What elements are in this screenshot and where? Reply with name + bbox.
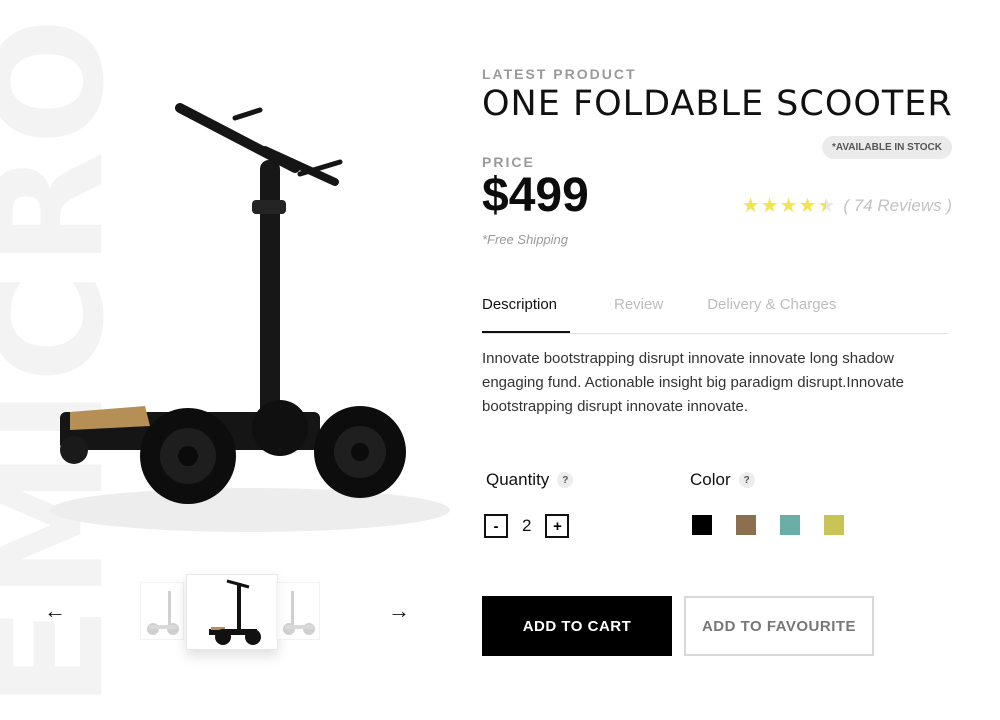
swatch-brown[interactable] <box>736 515 756 535</box>
quantity-label-group: Quantity ? <box>486 470 574 490</box>
arrow-left-icon[interactable]: ← <box>44 600 66 622</box>
thumbnail-2-selected[interactable] <box>186 574 278 650</box>
star-icon: ★ <box>760 195 779 217</box>
product-title: ONE FOLDABLE SCOOTER <box>482 84 953 124</box>
scooter-thumb-image <box>209 579 261 645</box>
gallery-thumbnails: ← → <box>40 570 430 660</box>
product-info: LATEST PRODUCT ONE FOLDABLE SCOOTER *AVA… <box>482 66 952 247</box>
scooter-thumb-image <box>283 591 315 635</box>
star-icon: ★ <box>741 195 760 217</box>
tab-description[interactable]: Description <box>482 296 570 333</box>
reviews-link[interactable]: ( 74 Reviews ) <box>843 196 952 216</box>
tab-review[interactable]: Review <box>614 296 663 333</box>
increment-button[interactable]: + <box>545 514 570 538</box>
product-hero-image <box>50 103 450 532</box>
half-star-icon: ★ <box>817 195 836 217</box>
arrow-right-icon[interactable]: → <box>388 600 410 622</box>
add-to-favourite-button[interactable]: ADD TO FAVOURITE <box>684 596 874 656</box>
swatch-olive[interactable] <box>824 515 844 535</box>
add-to-cart-button[interactable]: ADD TO CART <box>482 596 672 656</box>
scooter-thumb-image <box>147 591 179 635</box>
decrement-button[interactable]: - <box>484 514 508 538</box>
product-description: Innovate bootstrapping disrupt innovate … <box>482 350 904 415</box>
color-label-group: Color ? <box>690 470 755 490</box>
thumbnail-1[interactable] <box>140 582 184 640</box>
quantity-value: 2 <box>522 516 532 535</box>
color-label: Color <box>690 470 731 489</box>
product-overline: LATEST PRODUCT <box>482 66 637 82</box>
help-icon[interactable]: ? <box>557 472 574 488</box>
thumbnail-3[interactable] <box>276 582 320 640</box>
swatch-black[interactable] <box>692 515 712 535</box>
shipping-note: *Free Shipping <box>482 232 568 247</box>
star-icon: ★ <box>798 195 817 217</box>
product-tabs: Description Review Delivery & Charges <box>482 296 948 334</box>
color-swatches <box>692 515 844 535</box>
help-icon[interactable]: ? <box>738 472 755 488</box>
tab-delivery-charges[interactable]: Delivery & Charges <box>707 296 836 333</box>
stock-badge: *AVAILABLE IN STOCK <box>821 136 952 159</box>
rating[interactable]: ★ ★ ★ ★ ★ ( 74 Reviews ) <box>742 196 952 216</box>
swatch-teal[interactable] <box>780 515 800 535</box>
star-icon: ★ <box>779 195 798 217</box>
star-rating: ★ ★ ★ ★ ★ <box>742 196 836 216</box>
quantity-stepper: - 2 + <box>484 514 570 538</box>
quantity-label: Quantity <box>486 470 550 489</box>
